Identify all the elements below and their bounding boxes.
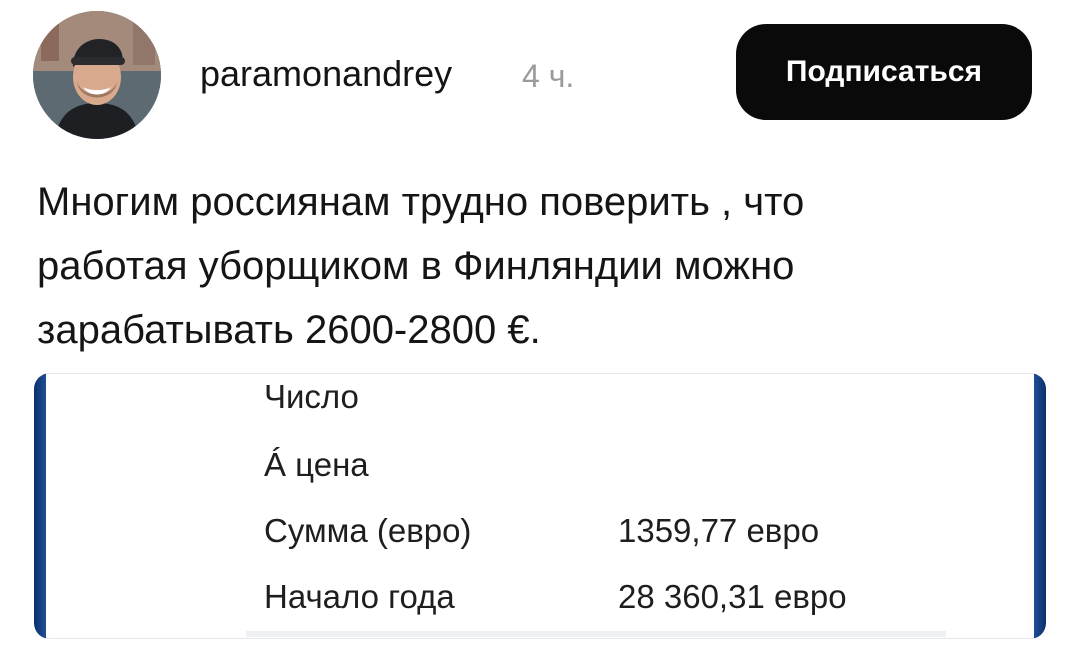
table-row-label: Число — [264, 378, 359, 415]
card-divider — [246, 631, 946, 637]
table-row-value: 28 360,31 евро — [618, 578, 847, 615]
card-border-right — [1034, 373, 1046, 639]
post-text-line: работая уборщиком в Финляндии можно — [37, 244, 795, 288]
post-text-line: зарабатывать 2600-2800 €. — [37, 308, 541, 352]
table-row-label: Начало года — [264, 578, 455, 615]
post-body: Многим россиянам трудно поверить , что р… — [37, 170, 1037, 362]
table-row-label: Á цена — [264, 446, 369, 483]
subscribe-button[interactable]: Подписаться — [736, 24, 1032, 120]
user-avatar[interactable] — [33, 11, 161, 139]
post-timestamp: 4 ч. — [522, 58, 575, 94]
username-link[interactable]: paramonandrey — [200, 50, 452, 98]
table-row-label: Сумма (евро) — [264, 512, 472, 549]
avatar-photo-icon — [33, 11, 161, 139]
post-screen: paramonandrey 4 ч. Подписаться Многим ро… — [0, 0, 1080, 670]
table-row-value: 1359,77 евро — [618, 512, 820, 549]
post-image-card[interactable]: Число Á цена Сумма (евро) 1359,77 евро Н… — [34, 373, 1046, 639]
card-border-left — [34, 373, 46, 639]
post-text-line: Многим россиянам трудно поверить , что — [37, 180, 805, 224]
